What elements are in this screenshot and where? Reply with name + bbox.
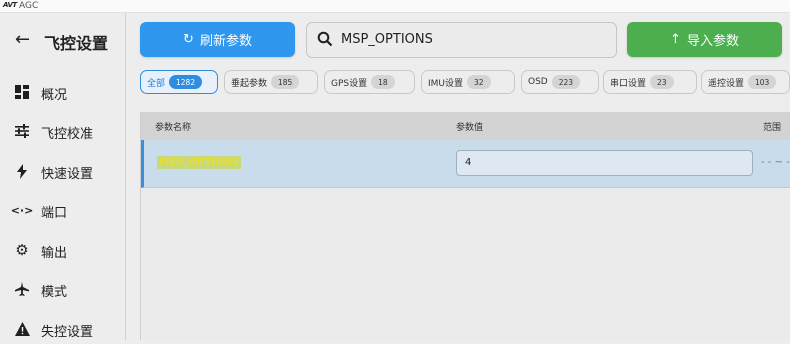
filter-chip-count: 18 <box>371 75 395 89</box>
params-table: 参数名称 参数值 范围 MSP_OPTIONS 4 - - ~ - <box>140 112 790 340</box>
filter-chip-osd[interactable]: OSD 223 <box>521 70 599 94</box>
port-icon: <·> <box>10 203 34 217</box>
sidebar-item-quick-setup[interactable]: 快速设置 <box>0 156 125 186</box>
column-header-name: 参数名称 <box>155 123 192 133</box>
window-titlebar: AVT AGC <box>0 0 790 13</box>
filter-chip-vtol[interactable]: 垂起参数 185 <box>224 70 318 94</box>
import-params-button[interactable]: ↑ 导入参数 <box>627 22 782 57</box>
sidebar-item-label: 失控设置 <box>41 325 94 340</box>
column-header-value: 参数值 <box>456 123 484 133</box>
sidebar-item-calibration[interactable]: 飞控校准 <box>0 116 125 146</box>
filter-chip-count: 103 <box>748 75 777 89</box>
sidebar-item-label: 模式 <box>41 285 68 300</box>
sidebar-item-modes[interactable]: 模式 <box>0 274 125 304</box>
filter-chip-count: 23 <box>650 75 674 89</box>
sidebar-item-ports[interactable]: <·> 端口 <box>0 195 125 225</box>
warning-icon <box>14 321 30 337</box>
page-title: 飞控设置 <box>44 34 109 53</box>
filter-chip-label: OSD <box>528 77 548 87</box>
arrow-up-icon: ↑ <box>670 32 681 47</box>
filter-chip-label: 全部 <box>147 78 166 89</box>
lightning-icon <box>14 163 30 179</box>
filter-chip-label: IMU设置 <box>428 78 464 89</box>
airplane-icon <box>14 281 30 297</box>
filter-chip-label: 串口设置 <box>610 78 647 89</box>
filter-chip-serial[interactable]: 串口设置 23 <box>603 70 697 94</box>
dashboard-icon <box>14 84 30 100</box>
app-logo: AVT <box>3 1 17 9</box>
filter-chip-gps[interactable]: GPS设置 18 <box>324 70 415 94</box>
refresh-icon: ↻ <box>183 32 194 47</box>
search-icon <box>317 31 333 51</box>
sliders-icon <box>14 123 30 139</box>
param-name: MSP_OPTIONS <box>157 156 241 169</box>
filter-chip-all[interactable]: 全部 1282 <box>140 70 218 94</box>
search-input-value: MSP_OPTIONS <box>341 32 433 47</box>
refresh-params-button[interactable]: ↻ 刷新参数 <box>140 22 295 57</box>
import-params-label: 导入参数 <box>686 34 739 49</box>
sidebar: ← 飞控设置 概况 飞控校准 快速设置 <·> 端口 ⚙ 输出 模式 失控设置 <box>0 13 126 340</box>
param-value-input[interactable]: 4 <box>456 150 753 176</box>
sidebar-item-label: 端口 <box>41 206 68 221</box>
sidebar-item-label: 概况 <box>41 88 68 103</box>
filter-chip-rc[interactable]: 遥控设置 103 <box>701 70 790 94</box>
filter-chip-label: GPS设置 <box>331 78 368 89</box>
filter-chip-count: 1282 <box>169 75 203 89</box>
refresh-params-label: 刷新参数 <box>199 34 252 49</box>
filter-chip-label: 垂起参数 <box>231 78 268 89</box>
param-value-text: 4 <box>465 157 472 168</box>
filter-chip-count: 185 <box>271 75 300 89</box>
gear-icon: ⚙ <box>15 241 29 259</box>
sidebar-item-overview[interactable]: 概况 <box>0 77 125 107</box>
filter-chip-imu[interactable]: IMU设置 32 <box>421 70 515 94</box>
filter-chip-count: 32 <box>467 75 491 89</box>
table-header: 参数名称 参数值 范围 <box>141 112 790 140</box>
sidebar-item-label: 输出 <box>41 246 68 261</box>
param-range: - - ~ - <box>761 157 790 168</box>
search-input[interactable]: MSP_OPTIONS <box>306 22 617 58</box>
filter-chip-label: 遥控设置 <box>708 78 745 89</box>
sidebar-item-label: 飞控校准 <box>41 127 94 142</box>
sidebar-item-label: 快速设置 <box>41 167 94 182</box>
filter-chip-count: 223 <box>551 75 581 89</box>
app-title: AGC <box>19 1 39 11</box>
column-header-range: 范围 <box>763 123 782 133</box>
arrow-left-icon[interactable]: ← <box>15 31 30 49</box>
sidebar-item-output[interactable]: ⚙ 输出 <box>0 235 125 265</box>
table-row[interactable]: MSP_OPTIONS 4 - - ~ - <box>141 140 790 188</box>
